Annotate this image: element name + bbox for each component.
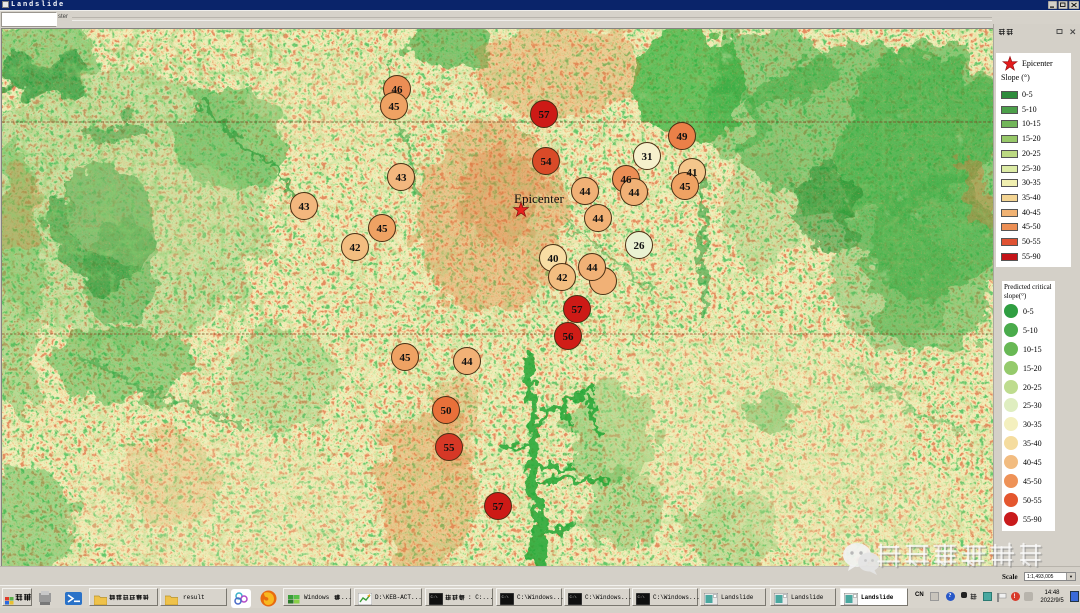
svg-text:C:\: C:\ (431, 595, 439, 600)
svg-text:44: 44 (580, 186, 592, 198)
svg-text:31: 31 (642, 151, 653, 163)
svg-text:44: 44 (629, 187, 641, 199)
svg-text:43: 43 (396, 172, 408, 184)
svg-text:54: 54 (541, 156, 553, 168)
svg-text:45: 45 (680, 181, 692, 193)
svg-text:42: 42 (350, 242, 362, 254)
svg-text:46: 46 (392, 84, 404, 96)
svg-text:41: 41 (687, 167, 698, 179)
svg-text:46: 46 (621, 174, 633, 186)
svg-text:42: 42 (557, 272, 569, 284)
svg-text:26: 26 (634, 240, 646, 252)
svg-text:C:\: C:\ (570, 595, 578, 600)
svg-text:55: 55 (444, 442, 456, 454)
svg-text:57: 57 (539, 109, 551, 121)
svg-text:50: 50 (441, 405, 453, 417)
svg-text:56: 56 (563, 331, 575, 343)
svg-text:45: 45 (389, 101, 401, 113)
svg-text:49: 49 (677, 131, 689, 143)
svg-text:C:\: C:\ (638, 595, 646, 600)
svg-text:44: 44 (587, 262, 599, 274)
svg-text:44: 44 (462, 356, 474, 368)
svg-text:40: 40 (548, 253, 560, 265)
svg-text:44: 44 (593, 213, 605, 225)
svg-text:57: 57 (572, 304, 584, 316)
svg-text:45: 45 (377, 223, 389, 235)
svg-text:43: 43 (299, 201, 311, 213)
svg-text:57: 57 (493, 501, 505, 513)
svg-text:45: 45 (400, 352, 412, 364)
svg-text:C:\: C:\ (502, 595, 510, 600)
